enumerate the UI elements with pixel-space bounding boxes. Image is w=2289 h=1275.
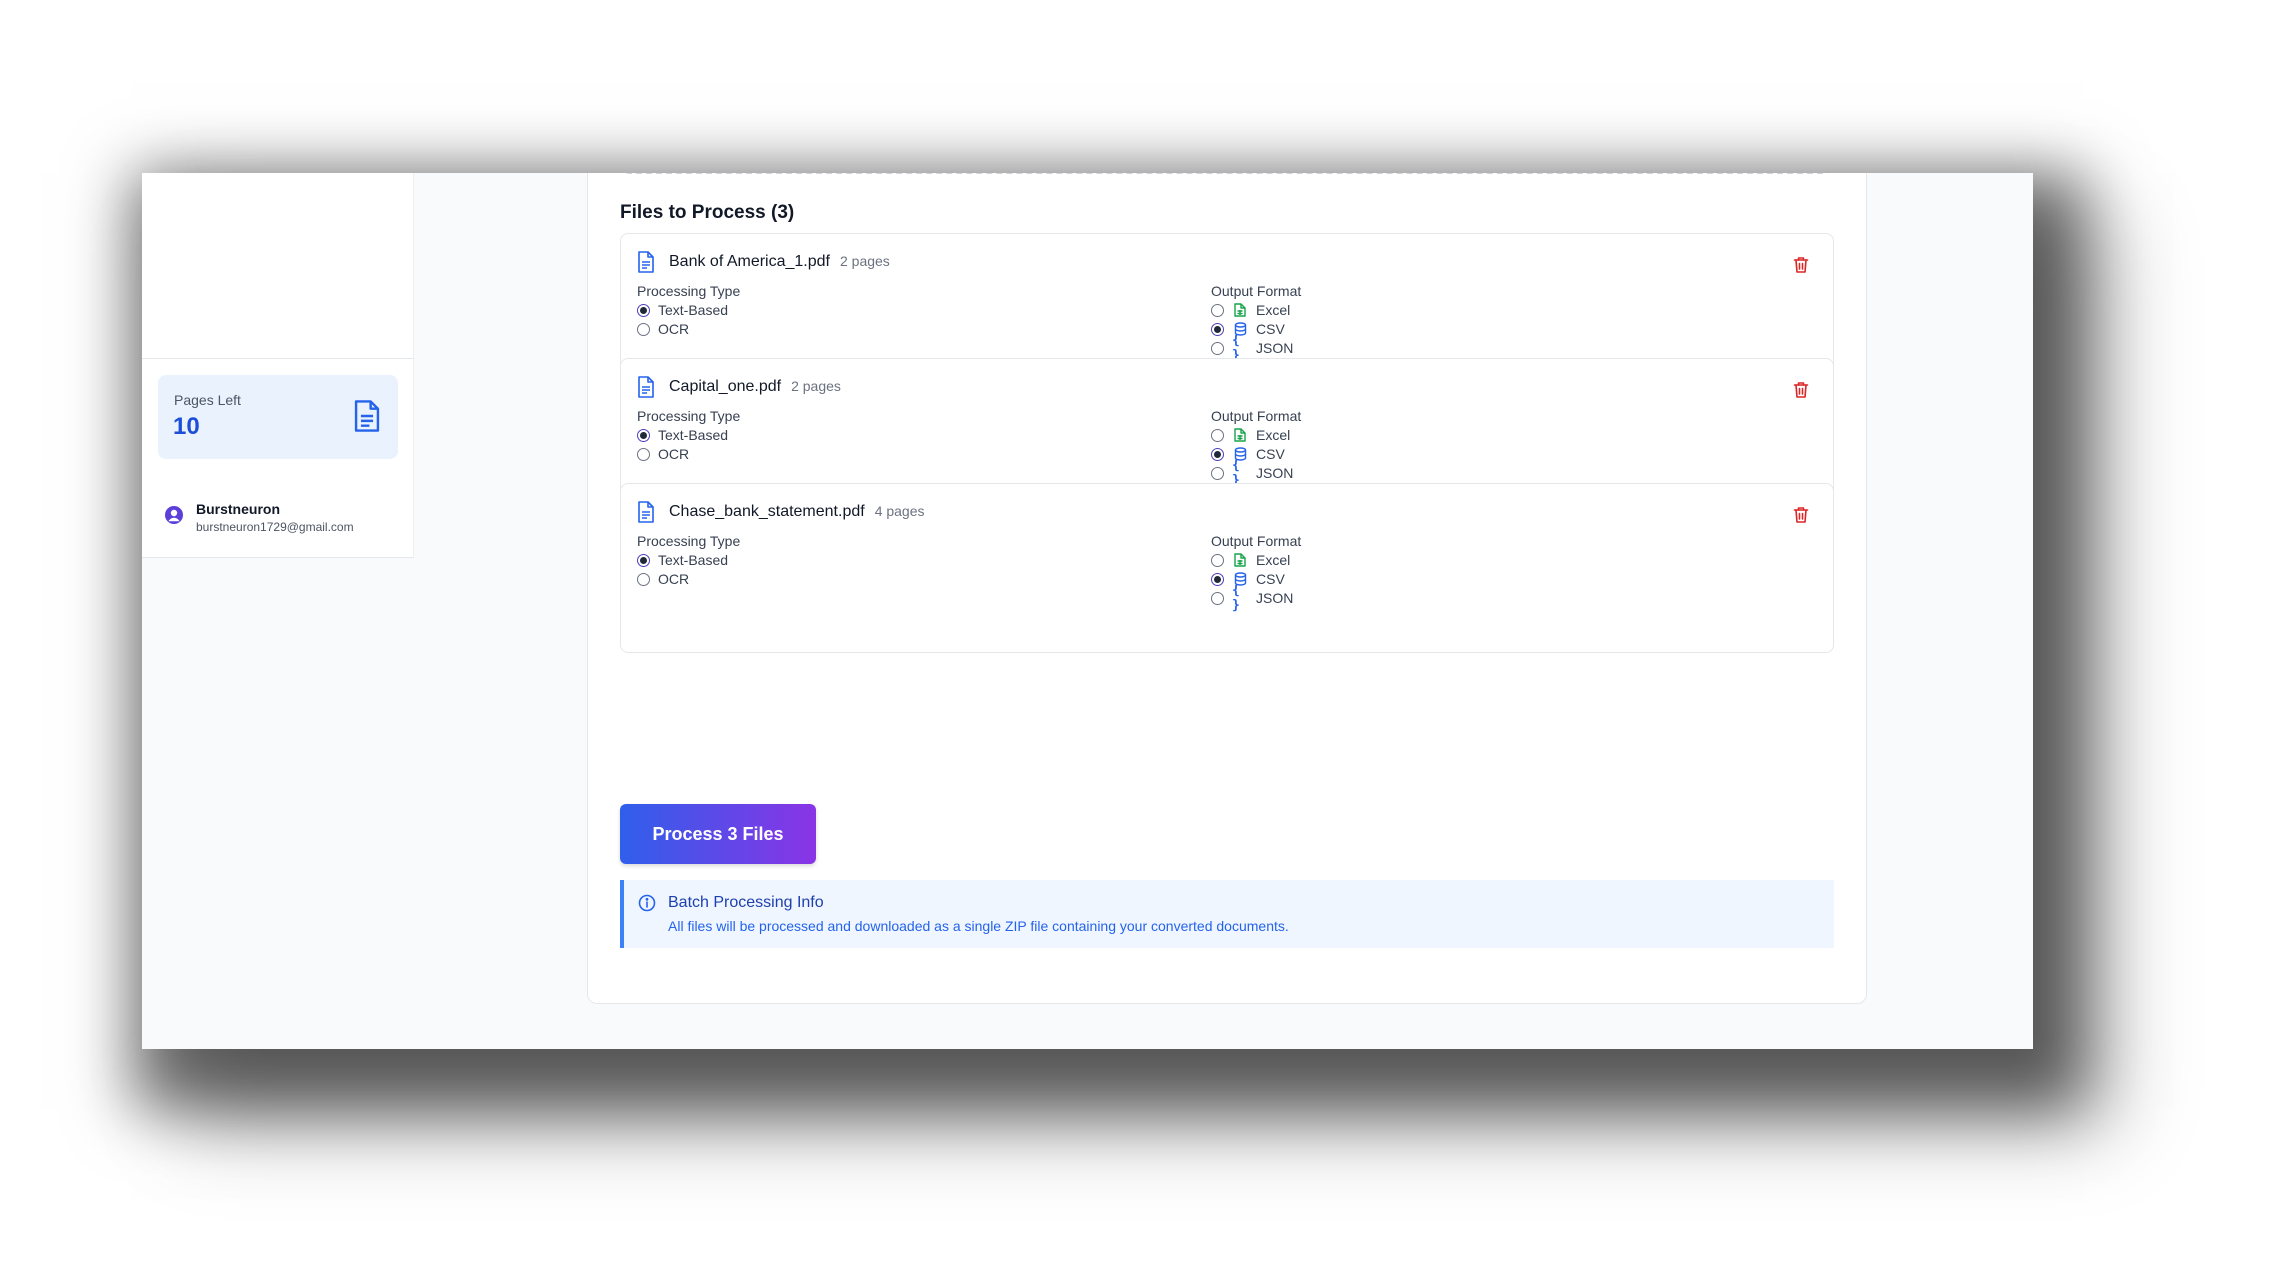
file-spreadsheet-icon [1232, 552, 1248, 568]
file-name: Capital_one.pdf 2 pages [669, 378, 841, 396]
files-section-title: Files to Process (3) [620, 202, 795, 223]
processing-type-label: Processing Type [637, 408, 741, 424]
processing-type-label: Processing Type [637, 533, 741, 549]
sidebar: Pages Left 10 Burstneuron burstneuron172… [142, 173, 414, 558]
radio-button[interactable] [1211, 341, 1224, 355]
radio-button[interactable] [1211, 428, 1224, 442]
file-page-count: 2 pages [791, 378, 841, 394]
file-card: Chase_bank_statement.pdf 4 pages Processi… [620, 483, 1834, 653]
file-name-text: Chase_bank_statement.pdf [669, 503, 865, 520]
option-label: Excel [1256, 302, 1291, 318]
file-text-icon [638, 501, 654, 523]
option-label: CSV [1256, 446, 1285, 462]
format-option-excel[interactable]: Excel [1211, 425, 1290, 445]
radio-button[interactable] [637, 572, 650, 586]
option-label: CSV [1256, 321, 1285, 337]
option-label: OCR [658, 571, 690, 587]
radio-button[interactable] [637, 428, 650, 442]
document-icon [354, 400, 380, 432]
file-name: Bank of America_1.pdf 2 pages [669, 253, 890, 271]
radio-button[interactable] [637, 553, 650, 567]
file-spreadsheet-icon [1232, 427, 1248, 443]
sidebar-bottom-divider [142, 557, 414, 558]
info-text: All files will be processed and download… [668, 918, 1289, 934]
user-circle-icon [165, 506, 183, 524]
radio-button[interactable] [637, 303, 650, 317]
radio-button[interactable] [1211, 322, 1224, 336]
pages-left-card: Pages Left 10 [158, 375, 398, 459]
batch-info-box: Batch Processing Info All files will be … [620, 880, 1834, 948]
output-format-label: Output Format [1211, 533, 1302, 549]
output-format-label: Output Format [1211, 408, 1302, 424]
option-label: Excel [1256, 427, 1291, 443]
format-option-json[interactable]: { } JSON [1211, 583, 1294, 613]
braces-icon: { } [1232, 458, 1240, 488]
option-label: CSV [1256, 571, 1285, 587]
format-option-excel[interactable]: Excel [1211, 550, 1290, 570]
radio-button[interactable] [1211, 447, 1224, 461]
processing-option-text-based[interactable]: Text-Based [637, 300, 728, 320]
user-email: burstneuron1729@gmail.com [196, 520, 354, 534]
processing-type-label: Processing Type [637, 283, 741, 299]
processing-option-ocr[interactable]: OCR [637, 569, 689, 589]
file-name: Chase_bank_statement.pdf 4 pages [669, 503, 925, 521]
processing-option-text-based[interactable]: Text-Based [637, 425, 728, 445]
option-label: OCR [658, 446, 690, 462]
user-name: Burstneuron [196, 501, 280, 517]
trash-icon[interactable] [1793, 256, 1809, 274]
pages-left-value: 10 [173, 413, 200, 440]
upload-panel: Files to Process (3) Process 3 Files Bat… [587, 173, 1867, 1004]
format-option-json[interactable]: { } JSON [1211, 458, 1294, 488]
radio-button[interactable] [1211, 466, 1224, 480]
braces-icon: { } [1232, 583, 1240, 613]
option-label: Excel [1256, 552, 1291, 568]
option-label: JSON [1256, 590, 1294, 606]
file-text-icon [638, 251, 654, 273]
option-label: Text-Based [658, 552, 729, 568]
option-label: Text-Based [658, 427, 729, 443]
file-spreadsheet-icon [1232, 302, 1248, 318]
option-label: JSON [1256, 340, 1294, 356]
processing-option-text-based[interactable]: Text-Based [637, 550, 728, 570]
format-option-excel[interactable]: Excel [1211, 300, 1290, 320]
radio-button[interactable] [1211, 303, 1224, 317]
format-option-json[interactable]: { } JSON [1211, 333, 1294, 363]
file-page-count: 4 pages [874, 503, 925, 519]
dropzone[interactable] [620, 173, 1834, 174]
info-title: Batch Processing Info [668, 894, 824, 911]
file-name-text: Capital_one.pdf [669, 378, 782, 395]
sidebar-divider [142, 358, 414, 359]
braces-icon: { } [1232, 333, 1240, 363]
radio-button[interactable] [637, 447, 650, 461]
user-profile[interactable]: Burstneuron burstneuron1729@gmail.com [164, 501, 404, 541]
info-icon [638, 894, 656, 912]
radio-button[interactable] [637, 322, 650, 336]
processing-option-ocr[interactable]: OCR [637, 319, 689, 339]
file-name-text: Bank of America_1.pdf [669, 253, 830, 270]
radio-button[interactable] [1211, 591, 1224, 605]
process-files-button[interactable]: Process 3 Files [620, 804, 816, 864]
file-text-icon [638, 376, 654, 398]
option-label: OCR [658, 321, 690, 337]
pages-left-label: Pages Left [174, 392, 241, 408]
trash-icon[interactable] [1793, 506, 1809, 524]
processing-option-ocr[interactable]: OCR [637, 444, 689, 464]
option-label: JSON [1256, 465, 1294, 481]
app-window: Pages Left 10 Burstneuron burstneuron172… [142, 173, 2033, 1049]
trash-icon[interactable] [1793, 381, 1809, 399]
output-format-label: Output Format [1211, 283, 1302, 299]
radio-button[interactable] [1211, 572, 1224, 586]
radio-button[interactable] [1211, 553, 1224, 567]
file-page-count: 2 pages [839, 253, 890, 269]
option-label: Text-Based [658, 302, 729, 318]
